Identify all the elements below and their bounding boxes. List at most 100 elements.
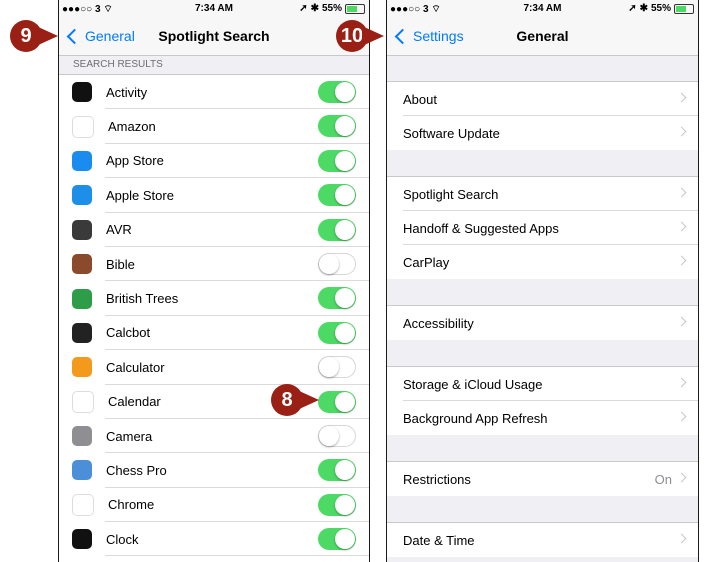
settings-row-label: Storage & iCloud Usage: [403, 376, 543, 392]
toggle-switch[interactable]: [318, 528, 356, 551]
toggle-switch[interactable]: [318, 115, 356, 138]
toggle-switch[interactable]: [318, 390, 356, 413]
group-spacer: [387, 340, 698, 367]
list-item: Calculator: [59, 350, 369, 385]
settings-row[interactable]: Background App Refresh: [387, 401, 698, 435]
callout-arrow-icon: [297, 390, 319, 410]
location-icon: ➚: [299, 3, 308, 14]
toggle-knob: [335, 150, 355, 171]
chevron-right-icon: [676, 411, 687, 422]
settings-row[interactable]: Storage & iCloud Usage: [387, 367, 698, 401]
list-item-label: Calcbot: [106, 325, 151, 341]
status-right: ➚ ✱ 55%: [299, 3, 365, 14]
list-item: Chess Pro: [59, 453, 369, 488]
toggle-knob: [335, 116, 355, 137]
page-title: Spotlight Search: [158, 28, 270, 44]
step-callout-8: 8: [271, 384, 319, 416]
toggle-switch[interactable]: [318, 218, 356, 241]
list-item: App Store: [59, 143, 369, 179]
status-bar: ●●●○○ 3 ⌔ 7:34 AM ➚ ✱ 55%: [59, 0, 369, 19]
status-bar: ●●●○○ 3 ⌔ 7:34 AM ➚ ✱ 55%: [387, 0, 698, 19]
toggle-switch[interactable]: [318, 184, 356, 207]
battery-icon: [345, 3, 365, 14]
toggle-switch[interactable]: [318, 81, 356, 103]
chevron-right-icon: [676, 92, 687, 103]
list-item-label: Clock: [106, 531, 139, 547]
toggle-switch[interactable]: [318, 252, 356, 275]
calendar-icon: [72, 390, 94, 413]
settings-row-label: Background App Refresh: [403, 410, 548, 426]
settings-row[interactable]: Date & Time: [387, 523, 698, 557]
settings-row[interactable]: Software Update: [387, 116, 698, 150]
group-spacer: [387, 56, 698, 82]
activity-rings-icon: [72, 82, 92, 103]
toggle-knob: [335, 185, 355, 206]
settings-row-label: Spotlight Search: [403, 186, 499, 202]
battery-icon: [674, 3, 694, 14]
settings-row-label: Handoff & Suggested Apps: [403, 220, 559, 236]
settings-row[interactable]: Spotlight Search: [387, 177, 698, 211]
list-item: Apple Store: [59, 178, 369, 213]
list-item-label: Calculator: [106, 359, 165, 375]
list-item-label: AVR: [106, 222, 132, 238]
search-results-list: Activity Amazon App Store Apple Store AVR Bib…: [59, 75, 369, 557]
toggle-switch[interactable]: [318, 149, 356, 172]
camera-icon: [72, 426, 92, 447]
toggle-knob: [335, 322, 355, 343]
chevron-right-icon: [676, 255, 687, 266]
settings-row[interactable]: Handoff & Suggested Apps: [387, 211, 698, 245]
nav-bar: General Spotlight Search: [59, 19, 369, 56]
chevron-right-icon: [676, 187, 687, 198]
list-item-label: Calendar: [108, 394, 161, 410]
list-item: Chrome: [59, 487, 369, 523]
toggle-switch[interactable]: [318, 424, 356, 447]
toggle-knob: [335, 494, 355, 515]
callout-arrow-icon: [36, 26, 58, 46]
apple-store-icon: [72, 185, 92, 206]
settings-row[interactable]: About: [387, 82, 698, 116]
toggle-knob: [319, 425, 339, 446]
toggle-switch[interactable]: [318, 356, 356, 379]
list-item: Calendar: [59, 384, 369, 419]
list-item: Activity: [59, 75, 369, 110]
bluetooth-icon: ✱: [310, 3, 319, 14]
settings-row[interactable]: Restrictions On: [387, 462, 698, 496]
battery-percent: 55%: [321, 3, 342, 14]
step-callout-10: 10: [336, 20, 384, 52]
toggle-switch[interactable]: [318, 459, 356, 482]
settings-row-label: About: [403, 91, 437, 107]
chevron-right-icon: [676, 533, 687, 544]
section-header: SEARCH RESULTS: [59, 56, 369, 75]
settings-row[interactable]: CarPlay: [387, 245, 698, 279]
bible-icon: [72, 254, 92, 275]
toggle-knob: [335, 288, 355, 309]
toggle-knob: [335, 391, 355, 412]
clock-icon: [72, 529, 92, 550]
toggle-switch[interactable]: [318, 493, 356, 516]
app-store-icon: [72, 150, 92, 171]
toggle-switch[interactable]: [318, 287, 356, 310]
callout-arrow-icon: [362, 26, 384, 46]
chevron-right-icon: [676, 377, 687, 388]
list-item-label: Bible: [106, 256, 135, 272]
battery-percent: 55%: [650, 3, 671, 14]
group-spacer: [387, 496, 698, 523]
list-item: Amazon: [59, 109, 369, 144]
list-item-label: Amazon: [108, 119, 156, 135]
toggle-knob: [335, 529, 355, 550]
settings-row-label: Date & Time: [403, 532, 475, 548]
page-title: General: [516, 28, 569, 44]
list-item-label: British Trees: [106, 291, 179, 307]
toggle-knob: [319, 357, 339, 378]
settings-list: About Software Update Spotlight Search Hand…: [387, 56, 698, 557]
list-item-label: Apple Store: [106, 187, 174, 203]
group-spacer: [387, 279, 698, 306]
settings-row-label: Software Update: [403, 125, 500, 141]
list-item: Bible: [59, 246, 369, 282]
chrome-icon: [72, 493, 94, 516]
spotlight-search-screen: ●●●○○ 3 ⌔ 7:34 AM ➚ ✱ 55% General Spotli…: [58, 0, 370, 562]
toggle-switch[interactable]: [318, 321, 356, 344]
list-item-label: Chrome: [108, 497, 155, 513]
leaf-icon: [72, 288, 92, 309]
settings-row[interactable]: Accessibility: [387, 306, 698, 340]
